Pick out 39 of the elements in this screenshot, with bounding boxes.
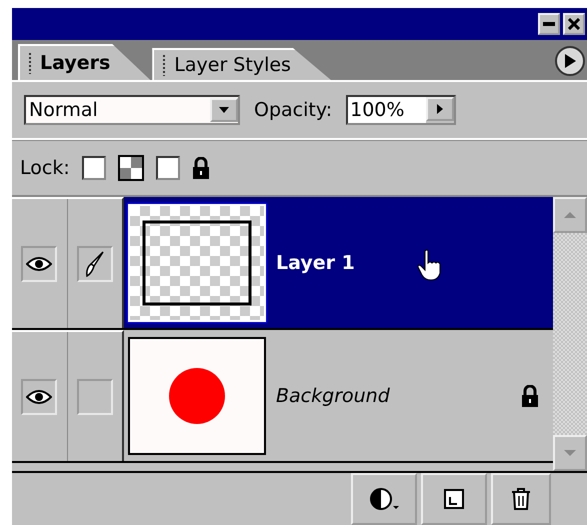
visibility-toggle[interactable] [21, 246, 58, 282]
opacity-label: Opacity: [254, 99, 332, 121]
eye-icon [26, 254, 52, 272]
blend-mode-value: Normal [28, 99, 98, 121]
tab[interactable]: Layers [18, 44, 150, 80]
checkerboard-icon[interactable] [118, 154, 144, 180]
layer-name: Layer 1 [276, 252, 355, 274]
lock-icon [192, 156, 210, 178]
link-toggle[interactable] [76, 246, 113, 282]
visibility-toggle[interactable] [21, 378, 58, 414]
hand-cursor-icon [417, 249, 443, 281]
close-icon [568, 18, 580, 30]
scroll-down-button[interactable] [553, 435, 587, 471]
adjustment-layer-button[interactable] [351, 473, 417, 525]
layer-name: Background [276, 384, 390, 406]
trash-icon [511, 488, 531, 510]
up-arrow-icon [564, 212, 576, 218]
new-layer-icon [444, 489, 464, 509]
new-layer-button[interactable] [421, 473, 487, 525]
lock-checkbox[interactable] [82, 156, 106, 180]
play-icon [564, 54, 576, 68]
half-circle-icon [369, 487, 399, 511]
close-button[interactable] [563, 13, 585, 35]
scroll-up-button[interactable] [553, 197, 587, 233]
blend-mode-dropdown[interactable]: Normal [24, 95, 240, 125]
tab[interactable]: Layer Styles [152, 48, 331, 80]
scrollbar[interactable] [553, 197, 587, 471]
grip-icon [28, 52, 32, 74]
minimize-button[interactable] [538, 13, 560, 35]
opacity-field[interactable]: 100% [346, 95, 456, 125]
lock-label: Lock: [20, 156, 70, 178]
delete-layer-button[interactable] [491, 473, 551, 525]
link-toggle[interactable] [76, 378, 113, 414]
down-arrow-icon [564, 450, 576, 456]
minimize-icon [543, 22, 555, 26]
eye-icon [26, 388, 52, 406]
brush-icon [84, 250, 105, 276]
lock-checkbox[interactable] [156, 156, 180, 180]
panel-menu-button[interactable] [555, 46, 585, 76]
